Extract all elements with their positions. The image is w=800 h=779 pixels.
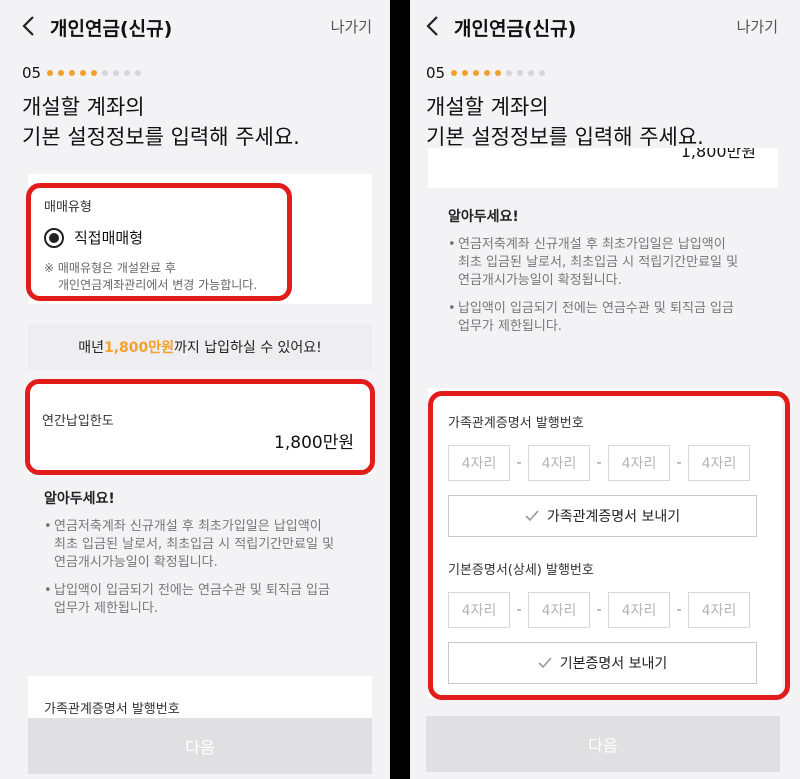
- notice-item-2: • 납입액이 입금되기 전에는 연금수관 및 퇴직금 입금 업무가 제한됩니다.: [44, 583, 330, 616]
- step-dot-complete: [69, 70, 76, 76]
- notice-item-2-line-1: 납입액이 입금되기 전에는 연금수관 및 퇴직금 입금: [54, 583, 330, 598]
- notice-item-2-line-2: 업무가 제한됩니다.: [54, 601, 158, 616]
- step-dot-complete: [47, 70, 54, 76]
- screen-right: 개인연금(신규) 나가기 05 개설할 계좌의 기본 설정정보를 입력해 주세요…: [410, 0, 800, 779]
- limit-banner: 매년 1,800만원 까지 납입하실 수 있어요!: [28, 324, 372, 370]
- step-number: 05: [22, 64, 42, 82]
- notice-item-2: • 납입액이 입금되기 전에는 연금수관 및 퇴직금 입금 업무가 제한됩니다.: [448, 301, 734, 334]
- notice-item-1-line-2: 최초 입금된 날로서, 최초입금 시 적립기간만료일 및: [54, 537, 335, 552]
- notice-section: 알아두세요! • 연금저축계좌 신규개설 후 최초가입일은 납입액이 최초 입금…: [448, 206, 778, 336]
- heading-line-2: 기본 설정정보를 입력해 주세요.: [22, 125, 300, 149]
- limit-banner-suffix: 까지 납입하실 수 있어요!: [174, 340, 322, 356]
- notice-item-1: • 연금저축계좌 신규개설 후 최초가입일은 납입액이 최초 입금된 날로서, …: [44, 519, 335, 570]
- step-dots: [451, 70, 550, 76]
- back-arrow-icon[interactable]: [18, 12, 40, 40]
- notice-section: 알아두세요! • 연금저축계좌 신규개설 후 최초가입일은 납입액이 최초 입금…: [44, 488, 364, 618]
- notice-item-2-line-2: 업무가 제한됩니다.: [458, 319, 562, 334]
- limit-banner-amount: 1,800만원: [103, 340, 175, 356]
- notice-title: 알아두세요!: [448, 209, 519, 225]
- exit-button[interactable]: 나가기: [331, 16, 372, 37]
- page-title: 개인연금(신규): [454, 18, 577, 40]
- next-button[interactable]: 다음: [426, 716, 780, 772]
- annual-limit-value-partial: 1,800만원: [680, 148, 756, 161]
- heading-line-1: 개설할 계좌의: [22, 95, 145, 119]
- back-arrow-icon[interactable]: [422, 12, 444, 40]
- screen-left: 개인연금(신규) 나가기 05 개설할 계좌의 기본 설정정보를 입력해 주세요…: [0, 0, 390, 779]
- notice-title: 알아두세요!: [44, 491, 115, 507]
- limit-banner-prefix: 매년: [78, 340, 104, 356]
- step-number: 05: [426, 64, 446, 82]
- notice-item-1: • 연금저축계좌 신규개설 후 최초가입일은 납입액이 최초 입금된 날로서, …: [448, 237, 739, 288]
- step-dot-complete: [80, 70, 87, 76]
- step-dot-complete: [91, 70, 98, 76]
- notice-item-1-line-1: 연금저축계좌 신규개설 후 최초가입일은 납입액이: [54, 519, 322, 534]
- step-dot-pending: [528, 70, 535, 76]
- highlight-box-annual-limit: [25, 379, 375, 475]
- header: 개인연금(신규) 나가기: [410, 0, 800, 56]
- step-dot-pending: [506, 70, 513, 76]
- step-dots: [47, 70, 146, 76]
- step-dot-pending: [135, 70, 142, 76]
- annual-limit-card-partial: 1,800만원: [428, 148, 778, 188]
- step-dot-complete: [473, 70, 480, 76]
- step-dot-complete: [484, 70, 491, 76]
- notice-item-1-line-3: 연금개시가능일이 확정됩니다.: [54, 555, 218, 570]
- notice-item-1-line-2: 최초 입금된 날로서, 최초입금 시 적립기간만료일 및: [458, 255, 739, 270]
- step-dot-pending: [102, 70, 109, 76]
- step-progress: 05: [426, 64, 550, 82]
- step-dot-complete: [58, 70, 65, 76]
- step-dot-pending: [124, 70, 131, 76]
- next-button[interactable]: 다음: [28, 718, 372, 774]
- page-heading: 개설할 계좌의 기본 설정정보를 입력해 주세요.: [22, 92, 300, 152]
- step-dot-complete: [462, 70, 469, 76]
- page-title: 개인연금(신규): [50, 18, 173, 40]
- step-dot-complete: [495, 70, 502, 76]
- notice-item-2-line-1: 납입액이 입금되기 전에는 연금수관 및 퇴직금 입금: [458, 301, 734, 316]
- notice-item-1-line-3: 연금개시가능일이 확정됩니다.: [458, 273, 622, 288]
- step-dot-complete: [451, 70, 458, 76]
- highlight-box-certificates: [428, 391, 790, 700]
- step-dot-pending: [539, 70, 546, 76]
- step-dot-pending: [517, 70, 524, 76]
- exit-button[interactable]: 나가기: [737, 16, 778, 37]
- page-heading: 개설할 계좌의 기본 설정정보를 입력해 주세요.: [426, 92, 704, 152]
- header: 개인연금(신규) 나가기: [0, 0, 390, 56]
- heading-line-1: 개설할 계좌의: [426, 95, 549, 119]
- step-progress: 05: [22, 64, 146, 82]
- highlight-box-trade-type: [26, 183, 292, 301]
- step-dot-pending: [113, 70, 120, 76]
- notice-item-1-line-1: 연금저축계좌 신규개설 후 최초가입일은 납입액이: [458, 237, 726, 252]
- family-cert-label: 가족관계증명서 발행번호: [44, 702, 180, 717]
